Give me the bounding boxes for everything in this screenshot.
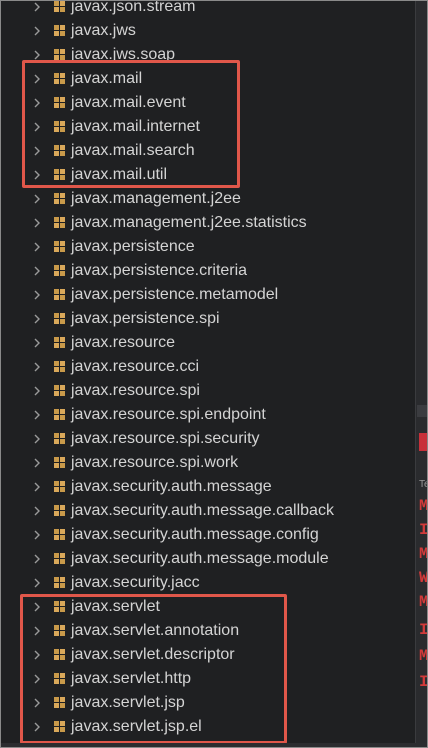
package-explorer-frame: javax.json.stream javax.jws javax.jws.so… — [0, 0, 428, 748]
package-icon — [54, 505, 65, 516]
tree-item-label: javax.resource.spi.endpoint — [71, 406, 266, 423]
chevron-right-icon[interactable] — [31, 216, 43, 230]
chevron-right-icon[interactable] — [31, 528, 43, 542]
tree-row[interactable]: javax.security.auth.message — [1, 475, 415, 499]
chevron-right-icon[interactable] — [31, 336, 43, 350]
tree-row[interactable]: javax.resource.spi.endpoint — [1, 403, 415, 427]
chevron-right-icon[interactable] — [31, 288, 43, 302]
package-icon — [54, 265, 65, 276]
tree-item-label: javax.resource.spi.work — [71, 454, 239, 471]
chevron-right-icon[interactable] — [31, 408, 43, 422]
chevron-right-icon[interactable] — [31, 192, 43, 206]
package-icon — [54, 553, 65, 564]
package-icon — [54, 1, 65, 12]
tree-item-label: javax.security.jacc — [71, 574, 200, 591]
tree-item-label: javax.persistence.metamodel — [71, 286, 279, 303]
tree-item-label: javax.security.auth.message.module — [71, 550, 329, 567]
tree-item-label: javax.json.stream — [71, 0, 196, 15]
chevron-right-icon[interactable] — [31, 240, 43, 254]
package-icon — [54, 457, 65, 468]
chevron-right-icon[interactable] — [31, 480, 43, 494]
console-char: M — [419, 593, 428, 611]
tree-item-label: javax.persistence — [71, 238, 195, 255]
chevron-right-icon[interactable] — [31, 432, 43, 446]
tree-row[interactable]: javax.resource.spi.security — [1, 427, 415, 451]
tree-item-label: javax.persistence.spi — [71, 310, 220, 327]
tree-row[interactable]: javax.json.stream — [1, 0, 415, 19]
highlight-box-mail — [22, 60, 240, 188]
console-char: I — [419, 621, 428, 639]
console-char: I — [419, 673, 428, 691]
tree-item-label: javax.management.j2ee — [71, 190, 241, 207]
package-icon — [54, 289, 65, 300]
chevron-right-icon[interactable] — [31, 24, 43, 38]
error-marker-icon — [419, 433, 427, 451]
highlight-box-servlet — [20, 594, 287, 744]
tree-row[interactable]: javax.management.j2ee.statistics — [1, 211, 415, 235]
tree-row[interactable]: javax.security.auth.message.config — [1, 523, 415, 547]
console-char: W — [419, 569, 428, 587]
chevron-right-icon[interactable] — [31, 552, 43, 566]
package-icon — [54, 529, 65, 540]
console-char: I — [419, 521, 428, 539]
tree-item-label: javax.security.auth.message.callback — [71, 502, 334, 519]
tree-item-label: javax.security.auth.message.config — [71, 526, 319, 543]
package-icon — [54, 193, 65, 204]
tree-row[interactable]: javax.jws — [1, 19, 415, 43]
package-icon — [54, 433, 65, 444]
tree-row[interactable]: javax.management.j2ee — [1, 187, 415, 211]
panel-text-fragment: Te — [419, 479, 427, 490]
tree-row[interactable]: javax.security.auth.message.callback — [1, 499, 415, 523]
tree-row[interactable]: javax.persistence.criteria — [1, 259, 415, 283]
chevron-right-icon[interactable] — [31, 264, 43, 278]
console-char: M — [419, 545, 428, 563]
package-icon — [54, 337, 65, 348]
tree-item-label: javax.jws — [71, 22, 136, 39]
chevron-right-icon[interactable] — [31, 384, 43, 398]
panel-tab[interactable] — [417, 405, 427, 417]
package-icon — [54, 385, 65, 396]
chevron-right-icon[interactable] — [31, 504, 43, 518]
package-icon — [54, 49, 65, 60]
tree-row[interactable]: javax.persistence.metamodel — [1, 283, 415, 307]
tree-item-label: javax.management.j2ee.statistics — [71, 214, 307, 231]
status-bar — [1, 743, 427, 747]
package-icon — [54, 241, 65, 252]
tree-row[interactable]: javax.resource.spi.work — [1, 451, 415, 475]
package-icon — [54, 481, 65, 492]
package-icon — [54, 409, 65, 420]
tree-item-label: javax.resource.spi — [71, 382, 200, 399]
package-icon — [54, 313, 65, 324]
chevron-right-icon[interactable] — [31, 360, 43, 374]
package-icon — [54, 217, 65, 228]
package-icon — [54, 577, 65, 588]
console-char: M — [419, 497, 428, 515]
package-icon — [54, 361, 65, 372]
tree-item-label: javax.security.auth.message — [71, 478, 272, 495]
tree-row[interactable]: javax.persistence — [1, 235, 415, 259]
tree-row[interactable]: javax.resource.cci — [1, 355, 415, 379]
tree-row[interactable]: javax.persistence.spi — [1, 307, 415, 331]
tree-item-label: javax.resource.cci — [71, 358, 200, 375]
package-icon — [54, 25, 65, 36]
console-char: M — [419, 647, 428, 665]
chevron-right-icon[interactable] — [31, 0, 43, 14]
chevron-right-icon[interactable] — [31, 576, 43, 590]
tree-item-label: javax.resource.spi.security — [71, 430, 260, 447]
tree-row[interactable]: javax.security.auth.message.module — [1, 547, 415, 571]
tree-row[interactable]: javax.security.jacc — [1, 571, 415, 595]
chevron-right-icon[interactable] — [31, 456, 43, 470]
tree-row[interactable]: javax.resource.spi — [1, 379, 415, 403]
tree-item-label: javax.resource — [71, 334, 176, 351]
chevron-right-icon[interactable] — [31, 312, 43, 326]
tree-row[interactable]: javax.resource — [1, 331, 415, 355]
tree-item-label: javax.persistence.criteria — [71, 262, 248, 279]
